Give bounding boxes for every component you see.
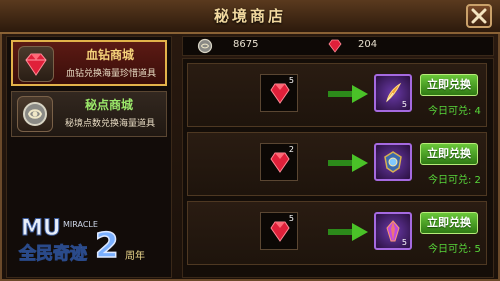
sidebar-item-subtitle: 血钻兑换海量珍惜道具 bbox=[65, 69, 156, 79]
close-icon bbox=[471, 8, 487, 24]
secret-points-value: 8675 bbox=[233, 39, 259, 50]
window-title: 秘境商店 bbox=[213, 7, 286, 25]
exchange-row: 5 5 立即兑换 今日可兑: 4 bbox=[187, 63, 487, 127]
logo-text: 全民奇迹 bbox=[18, 243, 87, 264]
exchange-row: 5 5 立即兑换 今日可兑: 5 bbox=[187, 201, 487, 265]
reward-count: 5 bbox=[401, 238, 407, 247]
daily-limit-text: 今日可兑: 5 bbox=[428, 244, 481, 255]
reward-item-slot[interactable]: 5 bbox=[374, 212, 412, 250]
logo-number: 2 bbox=[95, 226, 119, 266]
red-diamond-icon bbox=[328, 39, 342, 53]
sidebar-item-title: 血钻商城 bbox=[85, 48, 134, 62]
reward-item-slot[interactable]: 5 bbox=[374, 74, 412, 112]
currency-bar: 8675 204 bbox=[182, 36, 494, 56]
exchange-row: 2 立即兑换 今日可兑: 2 bbox=[187, 132, 487, 196]
daily-limit-text: 今日可兑: 2 bbox=[428, 175, 481, 186]
secret-coin-icon bbox=[197, 38, 213, 54]
cost-count: 2 bbox=[288, 145, 294, 154]
reward-item-slot[interactable] bbox=[374, 143, 412, 181]
exchange-button[interactable]: 立即兑换 bbox=[420, 143, 478, 165]
sidebar-item-secret-points-shop[interactable]: 秘点商城 秘境点数兑换海量道具 bbox=[11, 91, 167, 137]
exchange-button[interactable]: 立即兑换 bbox=[420, 212, 478, 234]
arrow-right-icon bbox=[328, 85, 368, 103]
exchange-list: 5 5 立即兑换 今日可兑: 4 2 立即兑换 今日可兑: 2 5 5 立即兑换… bbox=[182, 58, 494, 278]
svg-text:MU: MU bbox=[21, 216, 61, 241]
daily-limit-text: 今日可兑: 4 bbox=[428, 106, 481, 117]
shop-sidebar: 血钻商城 血钻兑换海量珍惜道具 秘点商城 秘境点数兑换海量道具 MU MIRAC… bbox=[6, 36, 172, 278]
cost-count: 5 bbox=[288, 76, 294, 85]
sidebar-item-subtitle: 秘境点数兑换海量道具 bbox=[64, 119, 155, 129]
blood-diamond-value: 204 bbox=[358, 39, 378, 50]
emblem-icon bbox=[384, 151, 402, 173]
close-button[interactable] bbox=[466, 4, 492, 28]
cost-slot[interactable]: 5 bbox=[260, 74, 298, 112]
cost-slot[interactable]: 5 bbox=[260, 212, 298, 250]
sidebar-item-title: 秘点商城 bbox=[84, 98, 133, 112]
reward-count: 5 bbox=[401, 100, 407, 109]
red-diamond-icon bbox=[18, 46, 54, 82]
cost-slot[interactable]: 2 bbox=[260, 143, 298, 181]
logo-badge: 周年 bbox=[125, 249, 145, 262]
exchange-button[interactable]: 立即兑换 bbox=[420, 74, 478, 96]
cost-count: 5 bbox=[288, 214, 294, 223]
arrow-right-icon bbox=[328, 154, 368, 172]
secret-coin-icon bbox=[17, 96, 53, 132]
sidebar-item-blood-diamond-shop[interactable]: 血钻商城 血钻兑换海量珍惜道具 bbox=[11, 40, 167, 86]
logo-tag: MIRACLE bbox=[63, 220, 98, 229]
arrow-right-icon bbox=[328, 223, 368, 241]
game-logo: MU MIRACLE 全民奇迹 2 周年 bbox=[18, 216, 146, 267]
